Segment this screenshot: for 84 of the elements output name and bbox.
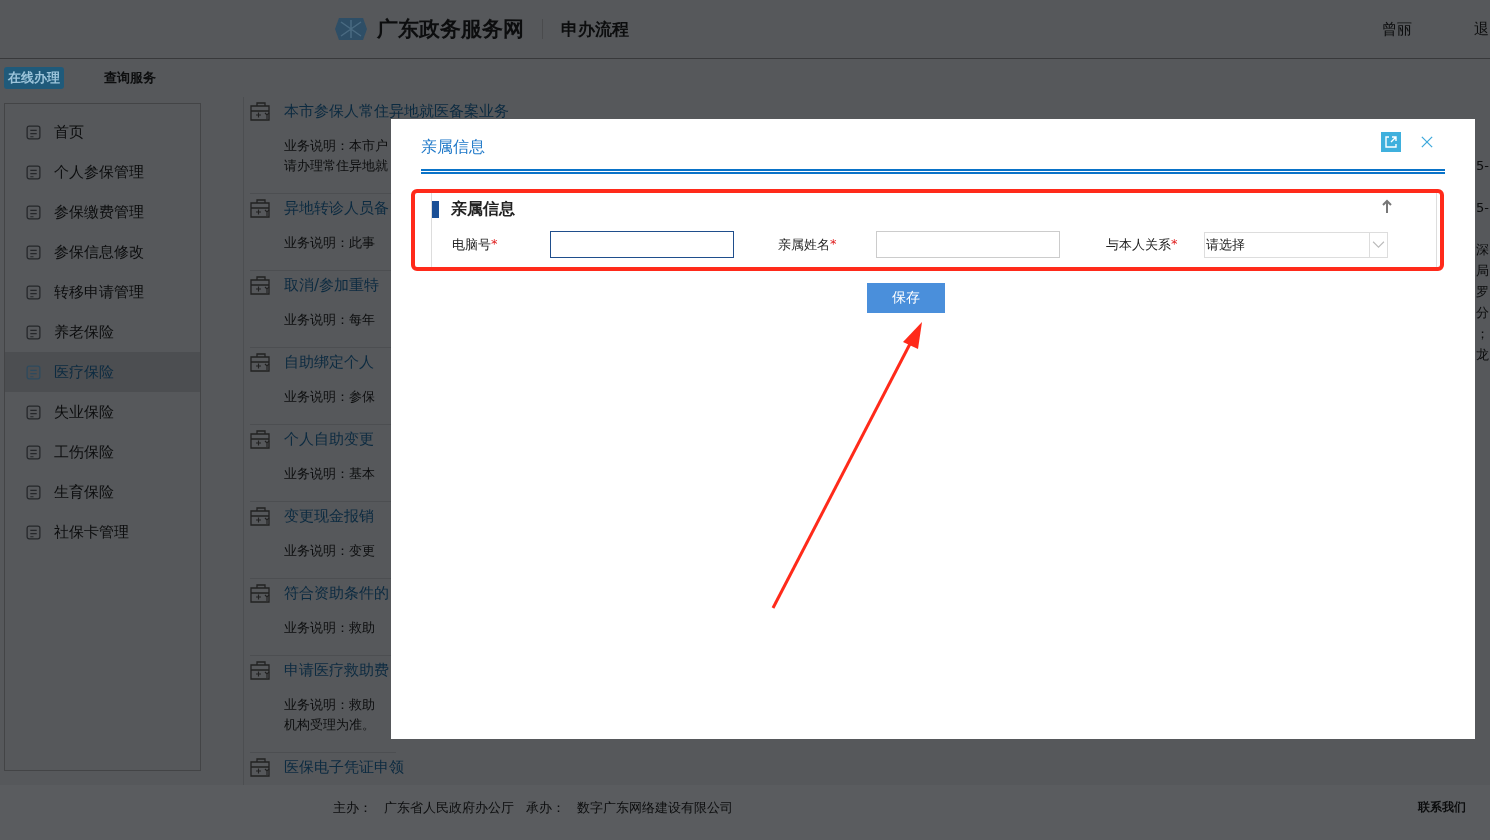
menu-icon: [25, 243, 42, 261]
medical-kit-icon: [250, 757, 272, 777]
sidebar-item[interactable]: 养老保险: [5, 312, 200, 352]
menu-icon: [25, 443, 42, 461]
menu-icon: [25, 123, 42, 141]
service-link[interactable]: 自助绑定个人: [284, 352, 374, 372]
save-button[interactable]: 保存: [866, 283, 945, 313]
sidebar-item[interactable]: 失业保险: [5, 392, 200, 432]
select-field[interactable]: 请选择: [1204, 231, 1388, 258]
medical-kit-icon: [250, 198, 272, 218]
footer-text: 数字广东网络建设有限公司: [577, 798, 733, 817]
menu-icon: [25, 403, 42, 421]
service-link[interactable]: 个人自助变更: [284, 429, 374, 449]
required-mark: *: [830, 235, 837, 253]
tab[interactable]: 在线办理: [4, 67, 64, 89]
info-text: 深: [1476, 241, 1489, 259]
site-name[interactable]: 广东政务服务网: [377, 15, 524, 43]
footer-label: 主办：: [333, 798, 372, 817]
service-link[interactable]: 申请医疗救助费: [284, 660, 389, 680]
sidebar-item[interactable]: 转移申请管理: [5, 272, 200, 312]
contact-link[interactable]: 联系我们: [1418, 799, 1466, 816]
info-text: ；: [1476, 325, 1489, 343]
close-icon[interactable]: [1421, 135, 1433, 148]
service-description: 业务说明：基本: [284, 465, 376, 483]
medical-kit-icon: [250, 583, 272, 603]
sidebar-item[interactable]: 个人参保管理: [5, 152, 200, 192]
service-link[interactable]: 本市参保人常住异地就医备案业务: [284, 101, 509, 121]
service-description: 业务说明：救助 机构受理为准。: [284, 696, 376, 734]
info-text: 5-: [1476, 199, 1489, 217]
medical-kit-icon: [250, 506, 272, 526]
sidebar-item[interactable]: 参保信息修改: [5, 232, 200, 272]
chevron-down-icon: [1369, 232, 1387, 257]
required-mark: *: [491, 235, 498, 253]
service-link[interactable]: 取消/参加重特: [284, 275, 380, 295]
service-link[interactable]: 异地转诊人员备: [284, 198, 389, 218]
service-link[interactable]: 变更现金报销: [284, 506, 374, 526]
service-description: 业务说明：变更: [284, 542, 376, 560]
service-description: 业务说明：此事: [284, 234, 376, 252]
sidebar-item[interactable]: 社保卡管理: [5, 512, 200, 552]
menu-icon: [25, 483, 42, 501]
service-description: 业务说明：参保: [284, 388, 376, 406]
info-text: 分: [1476, 304, 1489, 322]
section-marker: [432, 200, 439, 218]
menu-icon: [25, 363, 42, 381]
medical-kit-icon: [250, 429, 272, 449]
info-text: 5-: [1476, 157, 1489, 175]
user-name[interactable]: 曾丽: [1382, 19, 1412, 39]
required-mark: *: [1171, 235, 1178, 253]
service-link[interactable]: 符合资助条件的: [284, 583, 389, 603]
medical-kit-icon: [250, 101, 272, 121]
logout-link[interactable]: 退: [1474, 19, 1490, 39]
sidebar-item[interactable]: 参保缴费管理: [5, 192, 200, 232]
sidebar-item[interactable]: 生育保险: [5, 472, 200, 512]
collapse-arrow-icon[interactable]: [1382, 199, 1392, 213]
footer-label: 承办：: [526, 798, 565, 817]
menu-icon: [25, 203, 42, 221]
menu-icon: [25, 283, 42, 301]
menu-icon: [25, 163, 42, 181]
tab[interactable]: 查询服务: [100, 67, 160, 89]
field-label: 亲属姓名: [778, 235, 830, 254]
service-description: 业务说明：每年: [284, 311, 376, 329]
footer-text: 广东省人民政府办公厅: [384, 798, 514, 817]
dialog-title: 亲属信息: [421, 136, 485, 158]
sidebar-item[interactable]: 首页: [5, 112, 200, 152]
medical-kit-icon: [250, 275, 272, 295]
info-text: 局: [1476, 262, 1489, 280]
service-link[interactable]: 医保电子凭证申领: [284, 757, 404, 777]
external-link-icon[interactable]: [1381, 131, 1401, 152]
page-title: 申办流程: [561, 17, 629, 41]
field-label: 与本人关系: [1106, 235, 1171, 254]
field-label: 电脑号: [452, 235, 491, 254]
section-title: 亲属信息: [451, 198, 515, 220]
service-description: 业务说明：救助: [284, 619, 376, 637]
menu-icon: [25, 323, 42, 341]
medical-kit-icon: [250, 660, 272, 680]
service-description: 业务说明：本市户 请办理常住异地就: [284, 137, 389, 175]
menu-icon: [25, 523, 42, 541]
info-text: 龙: [1476, 346, 1489, 364]
info-text: 罗: [1476, 283, 1489, 301]
sidebar-item[interactable]: 工伤保险: [5, 432, 200, 472]
medical-kit-icon: [250, 352, 272, 372]
text-field[interactable]: [550, 231, 734, 258]
sidebar-item[interactable]: 医疗保险: [5, 352, 200, 392]
logo-icon: [335, 18, 367, 40]
